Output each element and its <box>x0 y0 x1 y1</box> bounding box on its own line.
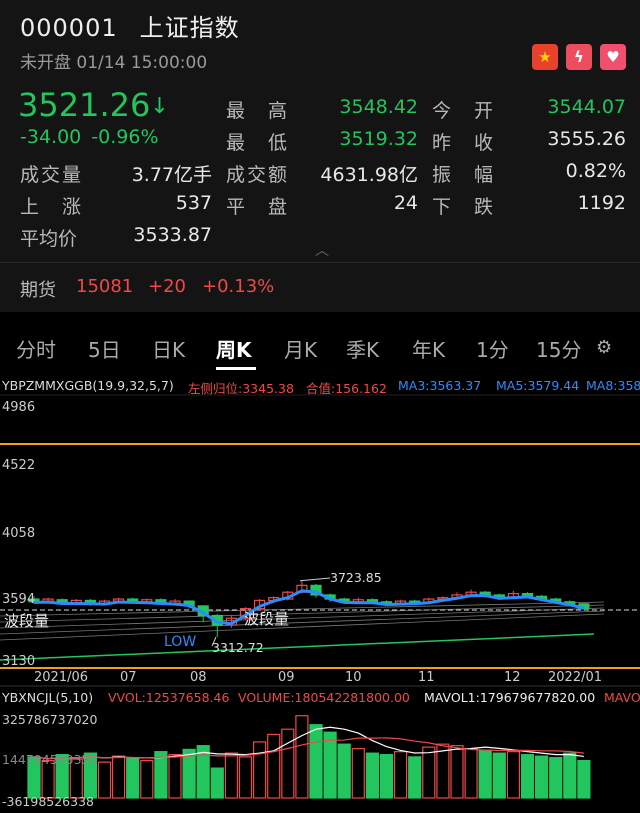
volume-bar <box>281 728 295 799</box>
band-line <box>0 610 605 635</box>
volume-bar <box>478 749 492 799</box>
volume-bar <box>379 754 394 799</box>
high-annotation: 3723.85 <box>330 570 382 585</box>
time-axis-label: 09 <box>278 670 295 685</box>
time-axis-label: 08 <box>190 670 207 685</box>
high-leader <box>299 577 331 582</box>
time-axis-label: 10 <box>345 670 362 685</box>
volume-bar <box>464 748 478 799</box>
volume-indicator-name[interactable]: YBXNCJL(5,10) <box>2 690 93 705</box>
volume-bar <box>154 751 168 799</box>
wave-label: 波段量 <box>4 612 50 630</box>
volume-bar <box>238 756 253 799</box>
mavol1-value: MAVOL1:179679677820.00 <box>424 690 596 705</box>
volume-bar <box>351 748 365 799</box>
volume-bar <box>563 752 577 799</box>
price-axis-label: 3594 <box>2 592 36 607</box>
volume-bar <box>97 761 112 799</box>
volume-axis-top: 325786737020 <box>2 712 98 727</box>
vvol-value: VVOL:12537658.46 <box>108 690 230 705</box>
volume-bar <box>253 741 267 799</box>
low-tag: LOW <box>164 634 197 650</box>
mavol2-value: MAVO <box>604 690 640 705</box>
volume-axis-bottom: -36198526338 <box>2 794 94 809</box>
volume-bar <box>295 715 309 799</box>
volume-bar <box>408 756 422 799</box>
volume-bar <box>394 751 408 799</box>
volume-bar <box>549 757 563 799</box>
volume-bar <box>210 767 224 799</box>
wave-label: 波段量 <box>244 610 290 628</box>
volume-bar <box>140 760 154 799</box>
volume-bar <box>365 752 379 799</box>
volume-bar <box>520 754 535 799</box>
volume-bar <box>323 731 337 799</box>
time-axis-label: 11 <box>418 670 435 685</box>
trend-line <box>0 633 595 661</box>
volume-bar <box>577 760 591 799</box>
price-axis-label: 4522 <box>2 458 36 473</box>
volume-bar <box>168 754 182 799</box>
volume-axis-mid: 144794553350 <box>2 752 98 767</box>
volume-bar <box>506 751 520 799</box>
time-axis-label: 2022/01 <box>548 670 603 685</box>
volume-bar <box>492 752 506 799</box>
volume-bar <box>111 755 126 799</box>
price-axis-label: 4058 <box>2 526 36 541</box>
volume-value-indicator: VOLUME:180542281800.00 <box>238 690 410 705</box>
volume-bar <box>436 743 450 799</box>
price-axis-label: 4986 <box>2 400 36 415</box>
volume-bar <box>534 755 549 799</box>
volume-bar <box>309 724 323 799</box>
time-axis-label: 12 <box>504 670 521 685</box>
volume-bar <box>224 752 238 799</box>
price-axis-label: 3130 <box>2 654 36 669</box>
time-axis-label: 2021/06 <box>34 670 89 685</box>
low-annotation: 3312.72 <box>212 640 264 655</box>
volume-bar <box>337 743 351 799</box>
volume-bar <box>126 757 140 799</box>
volume-bar <box>450 745 464 799</box>
volume-bar <box>267 733 281 799</box>
time-axis-label: 07 <box>120 670 137 685</box>
volume-bar <box>422 746 436 799</box>
